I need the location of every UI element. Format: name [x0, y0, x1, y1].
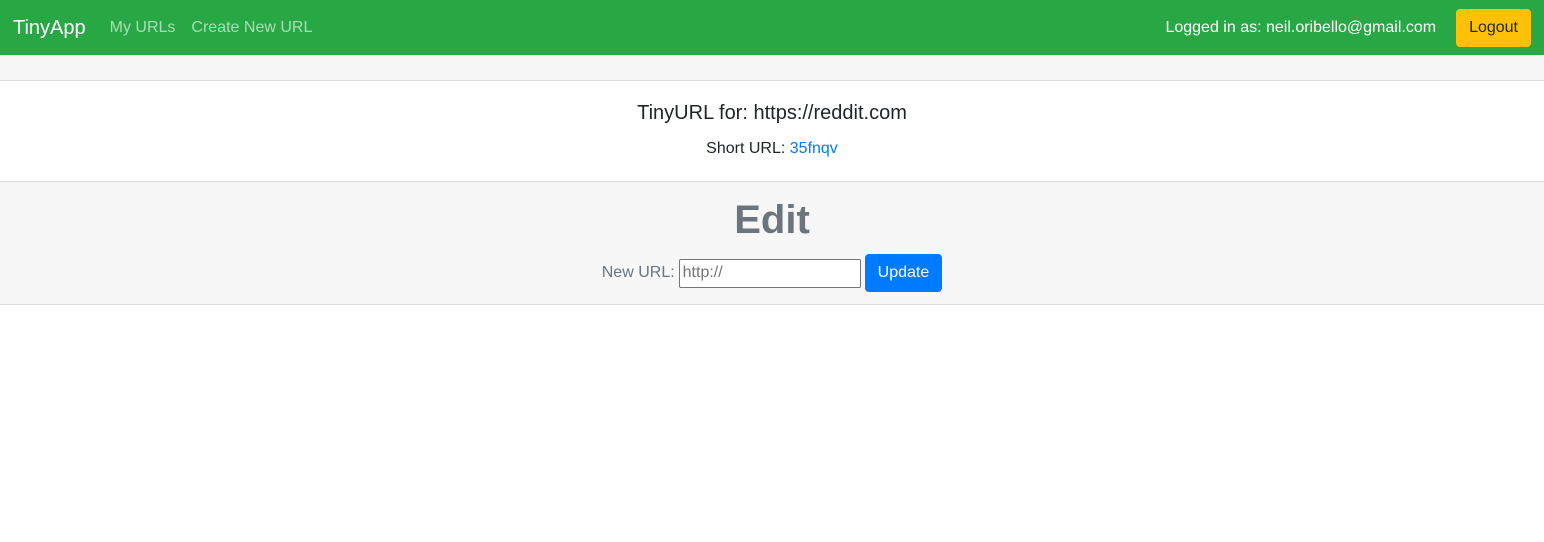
logged-in-status: Logged in as: neil.oribello@gmail.com — [1165, 18, 1437, 36]
nav-link-my-urls[interactable]: My URLs — [110, 19, 176, 37]
brand-link[interactable]: TinyApp — [13, 18, 86, 38]
update-button[interactable]: Update — [864, 254, 943, 292]
edit-url-form: New URL: Update — [0, 254, 1544, 292]
card-title: TinyURL for: https://reddit.com — [637, 102, 907, 124]
url-info-card: TinyURL for: https://reddit.com Short UR… — [0, 81, 1544, 182]
edit-heading: Edit — [734, 198, 810, 242]
short-url-line: Short URL: 35fnqv — [0, 140, 1544, 158]
short-url-link[interactable]: 35fnqv — [790, 140, 838, 157]
short-url-label: Short URL: — [706, 140, 786, 157]
edit-section: Edit New URL: Update — [0, 181, 1544, 305]
nav-link-create-new-url[interactable]: Create New URL — [191, 19, 312, 37]
navbar-user-area: Logged in as: neil.oribello@gmail.com Lo… — [1165, 8, 1531, 47]
new-url-input[interactable] — [678, 258, 861, 288]
logout-button[interactable]: Logout — [1456, 8, 1531, 47]
card-header-strip — [0, 55, 1544, 81]
new-url-label: New URL: — [601, 264, 675, 281]
navbar: TinyApp My URLs Create New URL Logged in… — [0, 0, 1544, 55]
